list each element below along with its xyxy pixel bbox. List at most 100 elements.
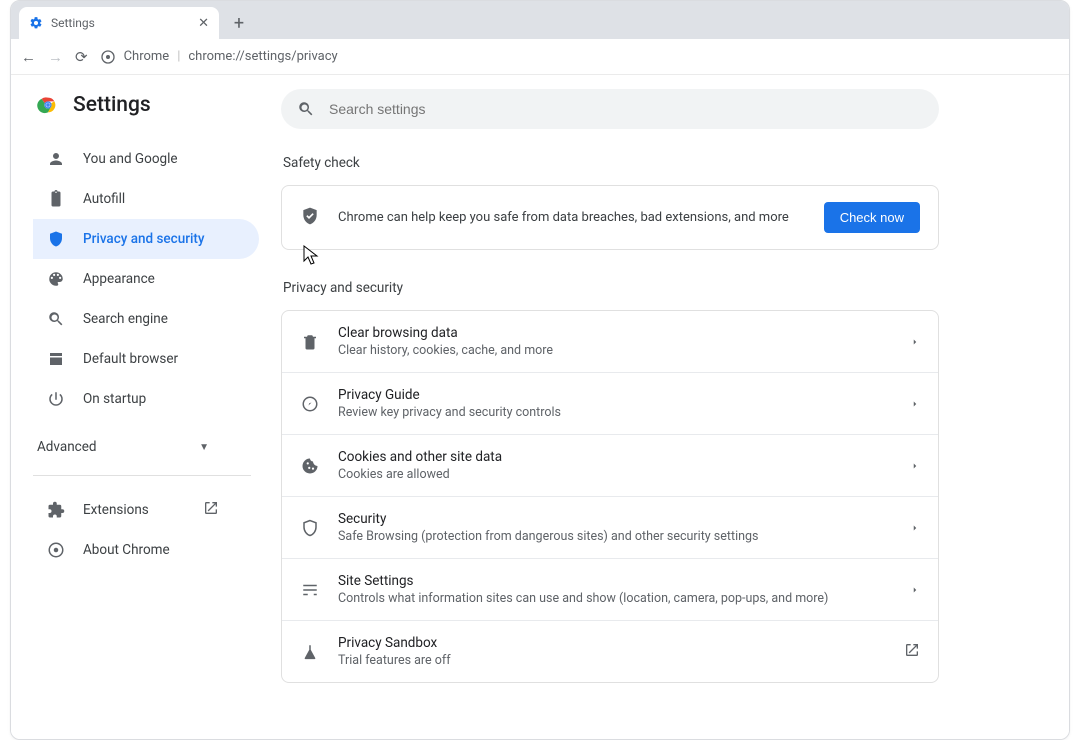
tab-strip: Settings ✕ +: [11, 1, 1069, 39]
page-title: Settings: [73, 93, 151, 117]
privacy-security-heading: Privacy and security: [283, 280, 939, 296]
chevron-right-icon: [910, 580, 920, 599]
row-site-settings[interactable]: Site Settings Controls what information …: [282, 558, 938, 620]
row-title: Clear browsing data: [338, 325, 892, 341]
search-settings-bar[interactable]: [281, 89, 939, 129]
row-subtitle: Review key privacy and security controls: [338, 405, 892, 420]
row-subtitle: Controls what information sites can use …: [338, 591, 892, 606]
sidebar: Settings You and Google Autofill Privacy…: [11, 75, 271, 739]
check-now-button[interactable]: Check now: [824, 202, 920, 233]
content-area: Settings You and Google Autofill Privacy…: [11, 75, 1069, 739]
sidebar-item-about-chrome[interactable]: About Chrome: [33, 530, 233, 570]
tab-title: Settings: [51, 16, 95, 30]
row-title: Security: [338, 511, 892, 527]
chevron-right-icon: [910, 332, 920, 351]
site-info-icon: [100, 49, 116, 65]
palette-icon: [47, 270, 65, 288]
sidebar-item-search-engine[interactable]: Search engine: [33, 299, 259, 339]
safety-check-card: Chrome can help keep you safe from data …: [281, 185, 939, 250]
window-icon: [47, 350, 65, 368]
sidebar-item-appearance[interactable]: Appearance: [33, 259, 259, 299]
sidebar-item-label: Autofill: [83, 191, 125, 207]
flask-icon: [300, 643, 320, 661]
row-text: Clear browsing data Clear history, cooki…: [338, 325, 892, 358]
trash-icon: [300, 333, 320, 351]
main-column: Safety check Chrome can help keep you sa…: [271, 75, 1069, 739]
row-text: Site Settings Controls what information …: [338, 573, 892, 606]
gear-icon: [29, 16, 43, 30]
sidebar-item-label: On startup: [83, 391, 146, 407]
row-title: Cookies and other site data: [338, 449, 892, 465]
row-clear-browsing-data[interactable]: Clear browsing data Clear history, cooki…: [282, 311, 938, 372]
omnibox-separator: |: [177, 49, 180, 64]
clipboard-icon: [47, 190, 65, 208]
omnibox-chip: Chrome: [124, 49, 170, 64]
row-title: Site Settings: [338, 573, 892, 589]
chevron-right-icon: [910, 518, 920, 537]
chevron-down-icon: ▼: [199, 442, 209, 453]
chrome-outline-icon: [47, 541, 65, 559]
row-subtitle: Clear history, cookies, cache, and more: [338, 343, 892, 358]
omnibox-url: chrome://settings/privacy: [188, 49, 337, 64]
browser-tab-settings[interactable]: Settings ✕: [19, 7, 219, 39]
browser-window: Settings ✕ + ← → ⟳ Chrome | chrome://set…: [10, 0, 1070, 740]
close-tab-icon[interactable]: ✕: [198, 16, 209, 31]
chevron-right-icon: [910, 456, 920, 475]
address-bar[interactable]: Chrome | chrome://settings/privacy: [100, 49, 338, 65]
compass-icon: [300, 395, 320, 413]
row-text: Privacy Sandbox Trial features are off: [338, 635, 886, 668]
browser-toolbar: ← → ⟳ Chrome | chrome://settings/privacy: [11, 39, 1069, 75]
row-text: Cookies and other site data Cookies are …: [338, 449, 892, 482]
forward-button: →: [48, 48, 63, 66]
cookie-icon: [300, 457, 320, 475]
row-text: Privacy Guide Review key privacy and sec…: [338, 387, 892, 420]
row-subtitle: Safe Browsing (protection from dangerous…: [338, 529, 892, 544]
sidebar-item-on-startup[interactable]: On startup: [33, 379, 259, 419]
extension-icon: [47, 501, 65, 519]
advanced-label: Advanced: [37, 439, 97, 455]
shield-check-icon: [300, 206, 320, 230]
row-privacy-guide[interactable]: Privacy Guide Review key privacy and sec…: [282, 372, 938, 434]
safety-check-heading: Safety check: [283, 155, 939, 171]
tune-icon: [300, 581, 320, 599]
sidebar-item-label: Search engine: [83, 311, 168, 327]
row-subtitle: Trial features are off: [338, 653, 886, 668]
row-security[interactable]: Security Safe Browsing (protection from …: [282, 496, 938, 558]
reload-button[interactable]: ⟳: [75, 48, 88, 66]
chrome-logo-icon: [37, 94, 59, 116]
sidebar-divider: [33, 475, 251, 476]
search-icon: [47, 310, 65, 328]
extensions-label: Extensions: [83, 502, 149, 518]
sidebar-item-autofill[interactable]: Autofill: [33, 179, 259, 219]
about-label: About Chrome: [83, 542, 170, 558]
open-external-icon: [904, 642, 920, 662]
sidebar-item-label: Appearance: [83, 271, 155, 287]
sidebar-item-default-browser[interactable]: Default browser: [33, 339, 259, 379]
privacy-security-card: Clear browsing data Clear history, cooki…: [281, 310, 939, 683]
back-button[interactable]: ←: [21, 48, 36, 66]
row-subtitle: Cookies are allowed: [338, 467, 892, 482]
sidebar-item-you-and-google[interactable]: You and Google: [33, 139, 259, 179]
search-icon: [297, 100, 315, 118]
sidebar-item-privacy-security[interactable]: Privacy and security: [33, 219, 259, 259]
row-text: Security Safe Browsing (protection from …: [338, 511, 892, 544]
sidebar-advanced-toggle[interactable]: Advanced ▼: [33, 433, 213, 461]
new-tab-button[interactable]: +: [225, 9, 253, 37]
chevron-right-icon: [910, 394, 920, 413]
person-icon: [47, 150, 65, 168]
sidebar-item-label: Default browser: [83, 351, 178, 367]
brand-row: Settings: [33, 93, 259, 117]
row-privacy-sandbox[interactable]: Privacy Sandbox Trial features are off: [282, 620, 938, 682]
safety-check-text: Chrome can help keep you safe from data …: [338, 210, 806, 225]
search-settings-input[interactable]: [329, 101, 923, 117]
sidebar-item-label: You and Google: [83, 151, 178, 167]
row-cookies[interactable]: Cookies and other site data Cookies are …: [282, 434, 938, 496]
shield-icon: [300, 519, 320, 537]
row-title: Privacy Guide: [338, 387, 892, 403]
open-external-icon: [203, 500, 219, 520]
shield-icon: [47, 230, 65, 248]
sidebar-item-label: Privacy and security: [83, 231, 205, 247]
sidebar-item-extensions[interactable]: Extensions: [33, 490, 233, 530]
sidebar-nav: You and Google Autofill Privacy and secu…: [33, 139, 259, 419]
power-icon: [47, 390, 65, 408]
